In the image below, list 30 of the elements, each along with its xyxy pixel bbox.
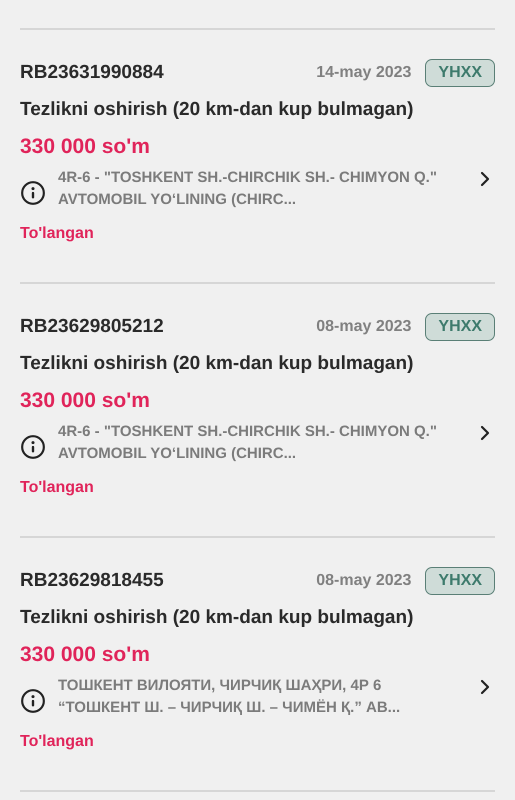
fine-card[interactable]: RB23629818455 08-may 2023 YHXX Tezlikni oshirish (20 km-dan kup bulmagan) 330 000 so'm ТОШКЕНТ ВИЛОЯТИ, ЧИРЧИҚ ШАҲРИ, 4Р 6 “ТОШКЕНТ Ш. – ЧИРЧИҚ Ш. – ЧИМЁН Қ.” АВ... To'langan <box>20 538 495 792</box>
fine-amount: 330 000 so'm <box>20 389 151 413</box>
fine-card[interactable]: RB23629805212 08-may 2023 YHXX Tezlikni oshirish (20 km-dan kup bulmagan) 330 000 so'm 4R-6 - "TOSHKENT SH.-CHIRCHIK SH.- CHIMYON Q." AVTOMOBIL YO‘LINING (CHIRC... To'langan <box>20 284 495 538</box>
chevron-right-icon[interactable] <box>479 425 491 441</box>
location-text: ТОШКЕНТ ВИЛОЯТИ, ЧИРЧИҚ ШАҲРИ, 4Р 6 “ТОШКЕНТ Ш. – ЧИРЧИҚ Ш. – ЧИМЁН Қ.” АВ... <box>58 676 402 718</box>
violation-title: Tezlikni oshirish (20 km-dan kup bulmagan) <box>20 353 414 375</box>
chevron-right-icon[interactable] <box>479 679 491 695</box>
location-text: 4R-6 - "TOSHKENT SH.-CHIRCHIK SH.- CHIMYON Q." AVTOMOBIL YO‘LINING (CHIRC... <box>58 422 438 464</box>
info-icon <box>20 434 46 460</box>
info-icon <box>20 180 46 206</box>
fine-card[interactable]: RB23631990884 14-may 2023 YHXX Tezlikni oshirish (20 km-dan kup bulmagan) 330 000 so'm 4R-6 - "TOSHKENT SH.-CHIRCHIK SH.- CHIMYON Q." AVTOMOBIL YO‘LINING (CHIRC... To'langan <box>20 30 495 284</box>
fine-number: RB23629805212 <box>20 316 165 338</box>
agency-badge: YHXX <box>425 567 495 595</box>
payment-status: To'langan <box>20 225 95 243</box>
fine-date: 08-may 2023 <box>316 572 412 590</box>
fine-date: 14-may 2023 <box>316 64 412 82</box>
fine-date: 08-may 2023 <box>316 318 412 336</box>
info-icon <box>20 688 46 714</box>
agency-badge: YHXX <box>425 313 495 341</box>
fine-number: RB23631990884 <box>20 62 165 84</box>
payment-status: To'langan <box>20 479 95 497</box>
payment-status: To'langan <box>20 733 95 751</box>
fine-number: RB23629818455 <box>20 570 165 592</box>
chevron-right-icon[interactable] <box>479 171 491 187</box>
location-text: 4R-6 - "TOSHKENT SH.-CHIRCHIK SH.- CHIMYON Q." AVTOMOBIL YO‘LINING (CHIRC... <box>58 168 438 210</box>
violation-title: Tezlikni oshirish (20 km-dan kup bulmagan) <box>20 607 414 629</box>
violation-title: Tezlikni oshirish (20 km-dan kup bulmagan) <box>20 99 414 121</box>
fine-amount: 330 000 so'm <box>20 135 151 159</box>
fine-amount: 330 000 so'm <box>20 643 151 667</box>
agency-badge: YHXX <box>425 59 495 87</box>
